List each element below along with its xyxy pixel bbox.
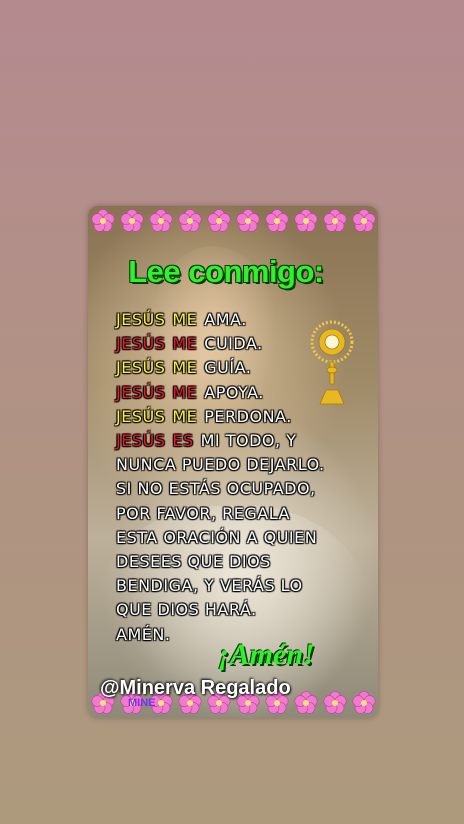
prayer-word: CUIDA.	[204, 334, 263, 354]
prayer-word: APOYA.	[204, 382, 264, 402]
prayer-word: ME	[172, 334, 198, 354]
prayer-line: QUE DIOS HARÁ.	[116, 598, 366, 622]
flower-icon	[149, 209, 173, 233]
prayer-word: QUE DIOS HARÁ.	[116, 600, 257, 620]
flower-icon	[207, 209, 231, 233]
prayer-word: JESÚS	[116, 431, 166, 451]
flower-icon	[294, 691, 318, 715]
monstrance-icon	[310, 320, 354, 405]
prayer-word: ME	[172, 406, 198, 426]
prayer-line: JESÚS ES MI TODO, Y	[116, 429, 366, 453]
flower-icon	[91, 209, 115, 233]
prayer-line: DESEES QUE DIOS	[116, 550, 366, 574]
flower-icon	[120, 209, 144, 233]
prayer-word: ME	[172, 358, 198, 378]
flower-icon	[236, 209, 260, 233]
prayer-line: NUNCA PUEDO DEJARLO.	[116, 453, 366, 477]
prayer-line: SI NO ESTÁS OCUPADO,	[116, 477, 366, 501]
prayer-line: POR FAVOR, REGALA	[116, 502, 366, 526]
prayer-word: DESEES QUE DIOS	[116, 552, 271, 572]
prayer-word: ESTA ORACIÓN A QUIEN	[116, 527, 318, 547]
prayer-word: ME	[172, 310, 198, 329]
card-title: Lee conmigo:	[128, 254, 324, 289]
prayer-word: ES	[172, 431, 194, 451]
flower-icon	[178, 209, 202, 233]
flower-icon	[352, 209, 376, 233]
prayer-word: GUÍA.	[204, 358, 252, 378]
prayer-word: JESÚS	[116, 310, 166, 329]
flower-icon	[294, 209, 318, 233]
prayer-word: BENDIGA, Y VERÁS LO	[116, 576, 303, 596]
prayer-word: JESÚS	[116, 406, 166, 426]
prayer-card: Lee conmigo: JESÚS ME AMA. JESÚS ME CUIDA. JES…	[88, 206, 378, 718]
prayer-line: JESÚS ME PERDONA.	[116, 405, 366, 429]
flower-border-top	[88, 206, 378, 236]
prayer-word: JESÚS	[116, 382, 166, 402]
author-tag: MINE	[128, 697, 156, 709]
prayer-line: BENDIGA, Y VERÁS LO	[116, 574, 366, 598]
flower-icon	[323, 691, 347, 715]
amen-signature: ¡Amén!	[218, 638, 315, 671]
prayer-word: AMA.	[204, 310, 247, 329]
prayer-word: PERDONA.	[204, 406, 292, 426]
prayer-word: JESÚS	[116, 358, 166, 378]
flower-icon	[323, 209, 347, 233]
prayer-word: SI NO ESTÁS OCUPADO,	[116, 479, 316, 499]
prayer-word: NUNCA PUEDO DEJARLO.	[116, 455, 325, 475]
flower-icon	[352, 691, 376, 715]
prayer-word: ME	[172, 382, 198, 402]
prayer-word: JESÚS	[116, 334, 166, 354]
prayer-line: ESTA ORACIÓN A QUIEN	[116, 526, 366, 550]
flower-icon	[265, 209, 289, 233]
prayer-word: POR FAVOR, REGALA	[116, 503, 290, 523]
prayer-word: MI TODO, Y	[200, 431, 297, 451]
prayer-word: AMÉN.	[116, 624, 171, 644]
